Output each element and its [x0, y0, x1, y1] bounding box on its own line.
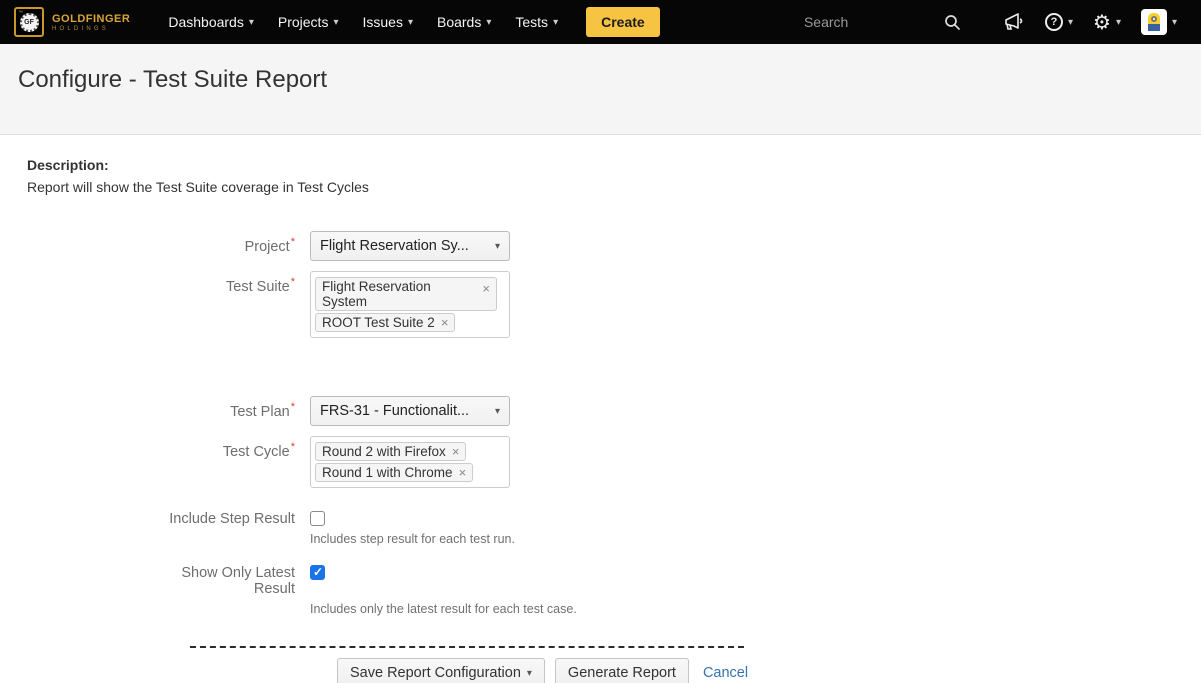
test-plan-dropdown[interactable]: FRS-31 - Functionalit... ▾ — [310, 396, 510, 426]
selected-tag: Round 2 with Firefox × — [315, 442, 466, 461]
brand-name: GOLDFINGER — [52, 13, 130, 25]
nav-item-dashboards[interactable]: Dashboards ▾ — [168, 14, 254, 30]
test-suite-multiselect[interactable]: Flight Reservation System × ROOT Test Su… — [310, 271, 510, 338]
brand-text: GOLDFINGER HOLDINGS — [52, 13, 130, 32]
required-marker: * — [291, 236, 295, 248]
selected-tag: Round 1 with Chrome × — [315, 463, 473, 482]
chevron-down-icon: ▾ — [495, 406, 500, 417]
chevron-down-icon: ▾ — [1116, 16, 1121, 28]
help-icon[interactable]: ? ▾ — [1045, 13, 1073, 31]
test-plan-label: Test Plan* — [27, 396, 295, 426]
description-text: Report will show the Test Suite coverage… — [27, 179, 1201, 195]
brand-subtitle: HOLDINGS — [52, 26, 130, 32]
generate-report-button[interactable]: Generate Report — [555, 658, 689, 683]
user-menu[interactable]: ▾ — [1141, 9, 1177, 35]
search-input[interactable] — [804, 14, 934, 30]
remove-tag-icon[interactable]: × — [482, 281, 490, 296]
required-marker: * — [291, 401, 295, 413]
required-marker: * — [291, 276, 295, 288]
show-only-latest-checkbox[interactable] — [310, 565, 325, 580]
test-suite-label: Test Suite* — [27, 271, 295, 338]
show-only-latest-label: Show Only Latest Result — [27, 560, 295, 597]
megaphone-icon[interactable] — [1003, 12, 1025, 32]
selected-tag: Flight Reservation System × — [315, 277, 497, 311]
nav-item-tests[interactable]: Tests ▾ — [515, 14, 558, 30]
chevron-down-icon: ▾ — [333, 16, 338, 28]
selected-tag: ROOT Test Suite 2 × — [315, 313, 455, 332]
include-step-result-checkbox[interactable] — [310, 511, 325, 526]
form-actions: Save Report Configuration ▾ Generate Rep… — [337, 658, 1201, 683]
chevron-down-icon: ▾ — [408, 16, 413, 28]
gear-icon[interactable]: ⚙ ▾ — [1093, 12, 1121, 32]
trademark-mark: ™ — [18, 10, 23, 16]
create-button[interactable]: Create — [586, 7, 660, 37]
include-step-result-help: Includes step result for each test run. — [310, 532, 515, 546]
chevron-down-icon: ▾ — [249, 16, 254, 28]
project-dropdown[interactable]: Flight Reservation Sy... ▾ — [310, 231, 510, 261]
remove-tag-icon[interactable]: × — [459, 465, 467, 480]
chevron-down-icon: ▾ — [527, 668, 532, 679]
brand-logo[interactable]: ™ GF — [14, 7, 44, 37]
dashed-divider — [190, 646, 744, 648]
show-only-latest-help: Includes only the latest result for each… — [310, 602, 577, 616]
required-marker: * — [291, 441, 295, 453]
remove-tag-icon[interactable]: × — [452, 444, 460, 459]
test-cycle-label: Test Cycle* — [27, 436, 295, 488]
chevron-down-icon: ▾ — [486, 16, 491, 28]
remove-tag-icon[interactable]: × — [441, 315, 449, 330]
chevron-down-icon: ▾ — [1172, 16, 1177, 28]
nav-item-projects[interactable]: Projects ▾ — [278, 14, 339, 30]
chevron-down-icon: ▾ — [495, 241, 500, 252]
report-config-form: Project* Flight Reservation Sy... ▾ Test… — [27, 231, 1201, 683]
page-title: Configure - Test Suite Report — [18, 66, 1201, 94]
top-navigation-bar: ™ GF GOLDFINGER HOLDINGS Dashboards ▾ Pr… — [0, 0, 1201, 44]
nav-item-boards[interactable]: Boards ▾ — [437, 14, 491, 30]
description-heading: Description: — [27, 157, 1201, 173]
page-header: Configure - Test Suite Report — [0, 44, 1201, 135]
search-icon[interactable] — [944, 14, 961, 31]
test-cycle-multiselect[interactable]: Round 2 with Firefox × Round 1 with Chro… — [310, 436, 510, 488]
avatar — [1141, 9, 1167, 35]
nav-item-issues[interactable]: Issues ▾ — [362, 14, 413, 30]
save-report-configuration-button[interactable]: Save Report Configuration ▾ — [337, 658, 545, 683]
cancel-link[interactable]: Cancel — [703, 665, 748, 681]
chevron-down-icon: ▾ — [1068, 16, 1073, 28]
project-label: Project* — [27, 231, 295, 261]
chevron-down-icon: ▾ — [553, 16, 558, 28]
include-step-result-label: Include Step Result — [27, 506, 295, 527]
